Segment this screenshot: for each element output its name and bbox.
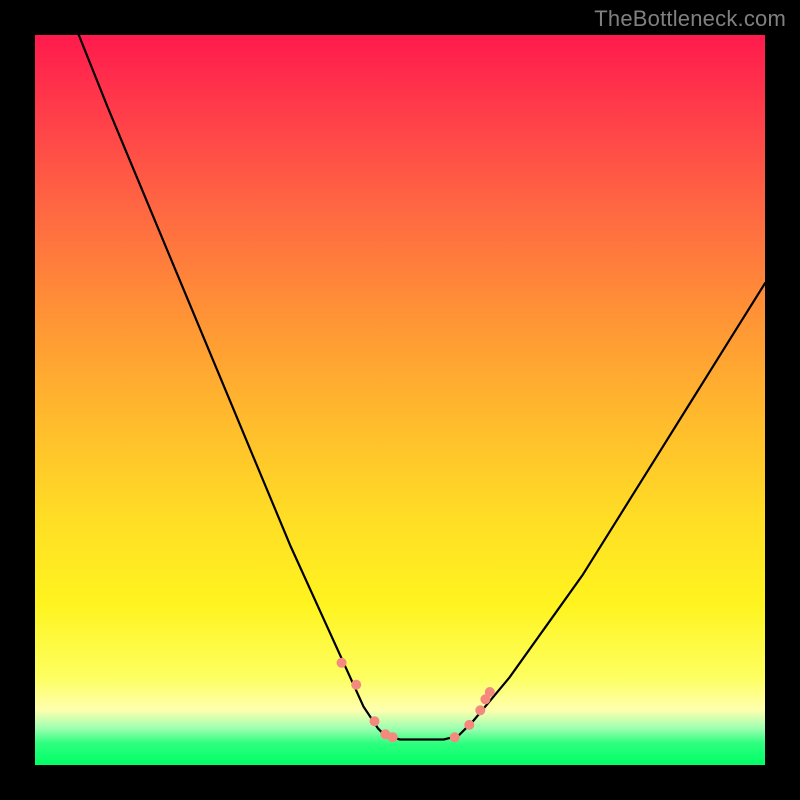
valley-marker — [475, 705, 485, 715]
valley-marker — [388, 732, 398, 742]
valley-marker — [485, 687, 495, 697]
valley-marker — [464, 720, 474, 730]
curve-layer — [35, 35, 765, 765]
bottleneck-curve — [79, 35, 765, 740]
plot-area — [35, 35, 765, 765]
valley-marker — [370, 716, 380, 726]
valley-marker — [450, 732, 460, 742]
valley-marker — [337, 658, 347, 668]
attribution-text: TheBottleneck.com — [594, 6, 786, 32]
chart-stage: TheBottleneck.com — [0, 0, 800, 800]
valley-marker — [351, 680, 361, 690]
